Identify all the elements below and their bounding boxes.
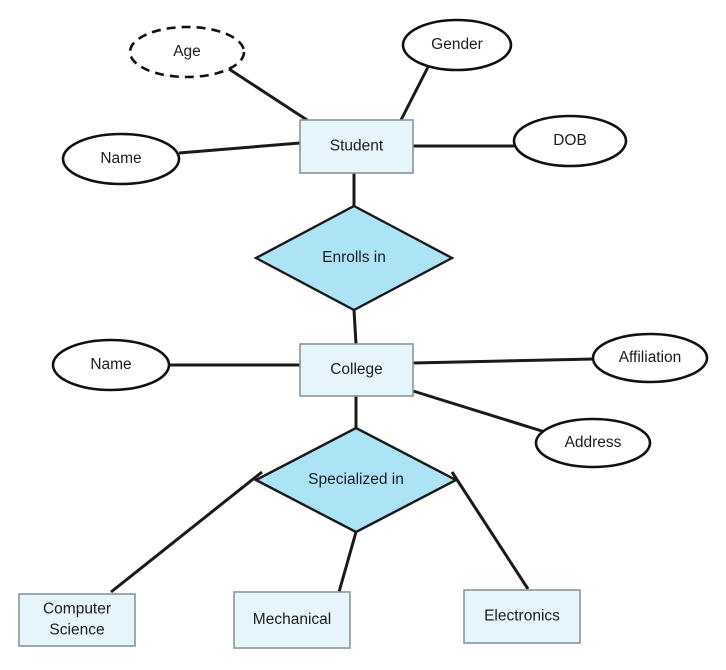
entity-label-college: College (330, 361, 383, 378)
entity-label-electronics: Electronics (484, 608, 560, 625)
attribute-label-college_address: Address (565, 434, 622, 451)
connector-line-specialized_in-to-electronics (450, 471, 530, 590)
connector-line-student_name-to-student (178, 141, 301, 155)
attribute-node-student_age[interactable]: Age (128, 25, 246, 79)
attribute-label-student_dob: DOB (553, 132, 587, 149)
attribute-node-college_affiliation[interactable]: Affiliation (591, 332, 709, 384)
connector-line-college_affiliation-to-college (412, 357, 595, 365)
relationship-label-specialized_in: Specialized in (308, 471, 404, 488)
er-diagram-canvas: Enrolls in Specialized in Student College C… (0, 0, 726, 670)
attribute-node-student_name[interactable]: Name (61, 132, 181, 186)
relationship-label-enrolls_in: Enrolls in (322, 249, 386, 266)
connector-line-student_gender-to-student (399, 66, 430, 121)
attribute-label-student_name: Name (100, 150, 141, 167)
entity-node-cs[interactable]: Computer Science (18, 593, 136, 647)
entity-node-electronics[interactable]: Electronics (463, 589, 581, 644)
connector-line-specialized_in-to-mechanical (337, 531, 358, 593)
attribute-node-student_gender[interactable]: Gender (401, 18, 513, 72)
entity-label-mechanical: Mechanical (253, 611, 331, 628)
connector-line-enrolls_in-to-college (352, 309, 358, 345)
entity-label-student: Student (330, 138, 384, 155)
entity-node-mechanical[interactable]: Mechanical (233, 591, 351, 649)
relationship-node-enrolls_in[interactable]: Enrolls in (253, 204, 455, 312)
attribute-label-student_age: Age (173, 43, 201, 60)
entity-node-student[interactable]: Student (299, 119, 414, 174)
attribute-label-college_name: Name (90, 356, 131, 373)
attribute-node-student_dob[interactable]: DOB (512, 114, 628, 168)
er-diagram-svg: Enrolls in Specialized in Student College C… (18, 18, 709, 649)
connector-line-student_age-to-student (228, 67, 308, 122)
connector-line-specialized_in-to-cs (110, 470, 263, 594)
attribute-label-college_affiliation: Affiliation (619, 349, 682, 366)
attribute-label-student_gender: Gender (431, 36, 483, 53)
relationship-node-specialized_in[interactable]: Specialized in (253, 426, 459, 534)
attribute-node-college_name[interactable]: Name (51, 338, 171, 392)
entity-node-college[interactable]: College (299, 343, 414, 397)
attribute-node-college_address[interactable]: Address (534, 417, 652, 469)
connector-line-college_address-to-college (412, 389, 546, 434)
